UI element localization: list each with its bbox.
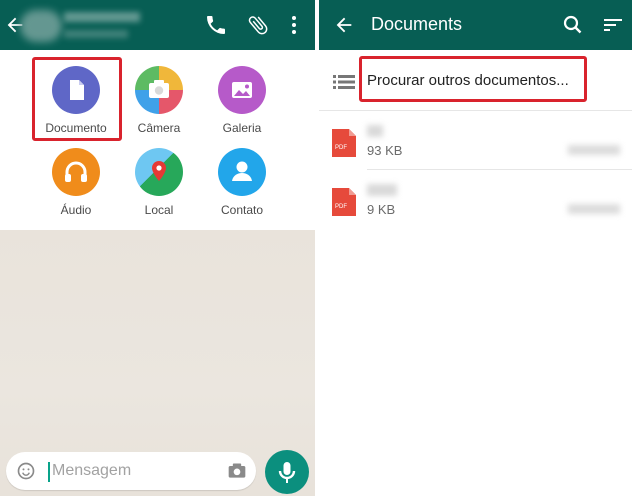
- attach-location-label: Local: [144, 203, 174, 217]
- attach-contact-circle: [218, 148, 266, 196]
- attach-location-circle: [135, 148, 183, 196]
- back-arrow-icon[interactable]: [333, 14, 355, 36]
- file-row[interactable]: PDF 9 KB: [319, 170, 632, 228]
- attach-audio-circle: [52, 148, 100, 196]
- chat-header: [0, 0, 315, 50]
- attach-audio-label: Áudio: [60, 203, 92, 217]
- emoji-icon[interactable]: [16, 461, 36, 481]
- paperclip-icon[interactable]: [246, 13, 270, 37]
- file-row[interactable]: PDF 93 KB: [319, 111, 632, 169]
- phone-icon[interactable]: [204, 13, 228, 37]
- attach-camera-button[interactable]: Câmera: [119, 66, 199, 142]
- contact-status: [64, 30, 128, 38]
- chat-screen: Documento Câmera Galeria Áudio Local Con…: [0, 0, 315, 496]
- headphones-icon: [65, 161, 87, 182]
- file-size: 9 KB: [367, 202, 396, 217]
- location-icon: [152, 161, 166, 181]
- documents-screen: Documents Procurar outros documentos... …: [319, 0, 632, 496]
- svg-text:PDF: PDF: [335, 204, 347, 210]
- contact-icon: [232, 161, 252, 181]
- document-highlight: [32, 57, 122, 141]
- message-input[interactable]: [52, 461, 222, 481]
- attach-contact-button[interactable]: Contato: [202, 148, 282, 224]
- attach-camera-circle: [135, 66, 183, 114]
- message-bar: [6, 452, 256, 490]
- list-icon: [333, 75, 355, 89]
- attach-audio-button[interactable]: Áudio: [36, 148, 116, 224]
- search-icon[interactable]: [561, 13, 585, 37]
- svg-text:PDF: PDF: [335, 145, 347, 151]
- more-options-icon[interactable]: [282, 13, 306, 37]
- attach-camera-label: Câmera: [137, 121, 181, 135]
- sort-icon[interactable]: [601, 13, 625, 37]
- text-caret: [48, 462, 50, 482]
- file-date: [568, 145, 620, 155]
- attach-gallery-circle: [218, 66, 266, 114]
- file-size: 93 KB: [367, 143, 403, 158]
- documents-header: Documents: [319, 0, 632, 50]
- file-date: [568, 204, 620, 214]
- attach-gallery-button[interactable]: Galeria: [202, 66, 282, 142]
- attachment-sheet: Documento Câmera Galeria Áudio Local Con…: [0, 50, 315, 230]
- microphone-icon: [278, 462, 296, 483]
- pdf-file-icon: PDF: [332, 188, 356, 216]
- attach-location-button[interactable]: Local: [119, 148, 199, 224]
- documents-title: Documents: [371, 14, 463, 34]
- contact-name[interactable]: [64, 12, 140, 22]
- camera-icon[interactable]: [226, 461, 248, 481]
- camera-icon: [149, 80, 169, 98]
- attach-gallery-label: Galeria: [222, 121, 262, 135]
- gallery-icon: [232, 82, 252, 98]
- attach-contact-label: Contato: [220, 203, 264, 217]
- microphone-button[interactable]: [265, 450, 309, 494]
- pdf-file-icon: PDF: [332, 129, 356, 157]
- file-name: [367, 184, 397, 196]
- file-name: [367, 125, 383, 137]
- browse-highlight: [359, 56, 587, 102]
- contact-avatar[interactable]: [20, 10, 62, 42]
